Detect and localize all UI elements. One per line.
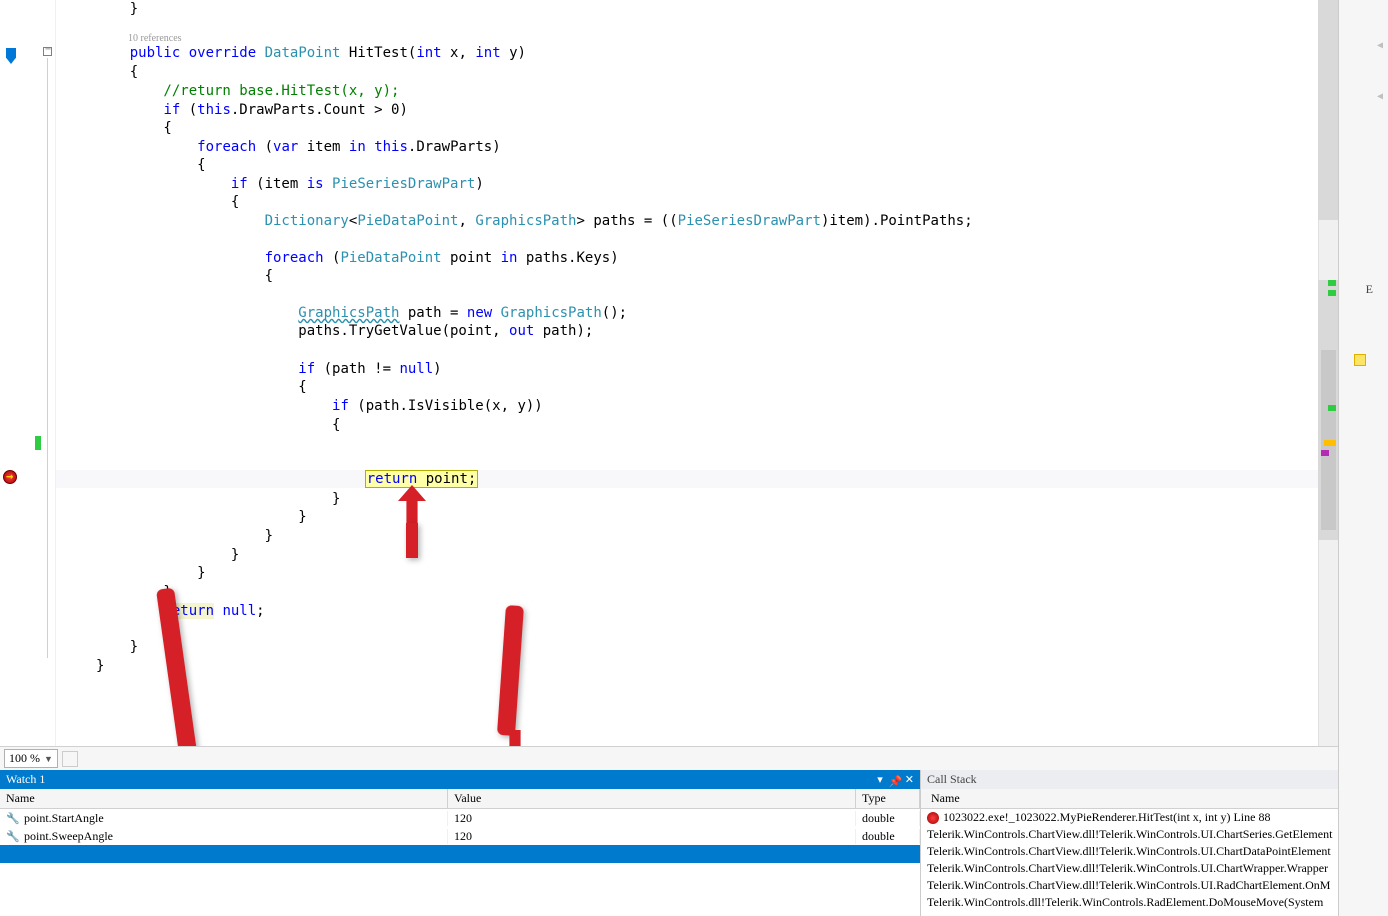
- watch-row[interactable]: 🔧point.StartAngle 120 double: [0, 809, 920, 827]
- callstack-row[interactable]: Telerik.WinControls.ChartView.dll!Teleri…: [921, 877, 1338, 894]
- zoom-combo[interactable]: 100 %▼: [4, 749, 58, 768]
- close-icon[interactable]: ✕: [905, 773, 914, 786]
- vertical-scrollbar[interactable]: [1318, 0, 1338, 746]
- watch-row-empty[interactable]: [0, 845, 920, 863]
- callstack-row[interactable]: Telerik.WinControls.dll!Telerik.WinContr…: [921, 894, 1338, 911]
- callstack-title[interactable]: Call Stack: [921, 770, 1338, 789]
- watch-panel: Watch 1 ▾ 📌 ✕ Name Value Type 🔧point.Sta…: [0, 770, 920, 916]
- marker-icon: [35, 436, 41, 450]
- current-execution-line: return point;: [56, 470, 1338, 488]
- execution-arrow-icon: [6, 48, 16, 64]
- watch-row[interactable]: 🔧point.SweepAngle 120 double: [0, 827, 920, 845]
- breakpoint-current-icon[interactable]: [3, 470, 17, 484]
- toolwindow-tab[interactable]: E: [1366, 282, 1373, 297]
- editor-gutter: [0, 0, 56, 746]
- callstack-panel: Call Stack Name 1023022.exe!_1023022.MyP…: [920, 770, 1338, 916]
- callstack-row[interactable]: 1023022.exe!_1023022.MyPieRenderer.HitTe…: [921, 809, 1338, 826]
- callstack-header[interactable]: Name: [921, 789, 1338, 809]
- fold-toggle-icon[interactable]: [43, 47, 52, 56]
- chevron-down-icon: ▼: [44, 754, 53, 764]
- wrench-icon: 🔧: [6, 811, 20, 825]
- callstack-row[interactable]: Telerik.WinControls.ChartView.dll!Teleri…: [921, 826, 1338, 843]
- code-editor[interactable]: } 10 references public override DataPoin…: [0, 0, 1338, 746]
- callstack-row[interactable]: Telerik.WinControls.ChartView.dll!Teleri…: [921, 860, 1338, 877]
- zoom-bar: 100 %▼: [0, 746, 1338, 770]
- watch-title-bar[interactable]: Watch 1 ▾ 📌 ✕: [0, 770, 920, 789]
- collapse-icon[interactable]: ◀: [1377, 91, 1383, 102]
- wrench-icon: 🔧: [6, 829, 20, 843]
- nav-button[interactable]: [62, 751, 78, 767]
- pin-icon[interactable]: 📌: [889, 775, 899, 785]
- callstack-row[interactable]: Telerik.WinControls.ChartView.dll!Teleri…: [921, 843, 1338, 860]
- code-area[interactable]: } 10 references public override DataPoin…: [56, 0, 1338, 746]
- dropdown-icon[interactable]: ▾: [877, 773, 883, 786]
- notification-icon[interactable]: [1354, 354, 1366, 366]
- watch-header: Name Value Type: [0, 789, 920, 809]
- breakpoint-icon: [927, 812, 939, 824]
- collapse-icon[interactable]: ◀: [1377, 40, 1383, 51]
- fold-guide: [47, 58, 48, 658]
- right-toolwindow-tabs[interactable]: ◀ ◀ E: [1338, 0, 1388, 916]
